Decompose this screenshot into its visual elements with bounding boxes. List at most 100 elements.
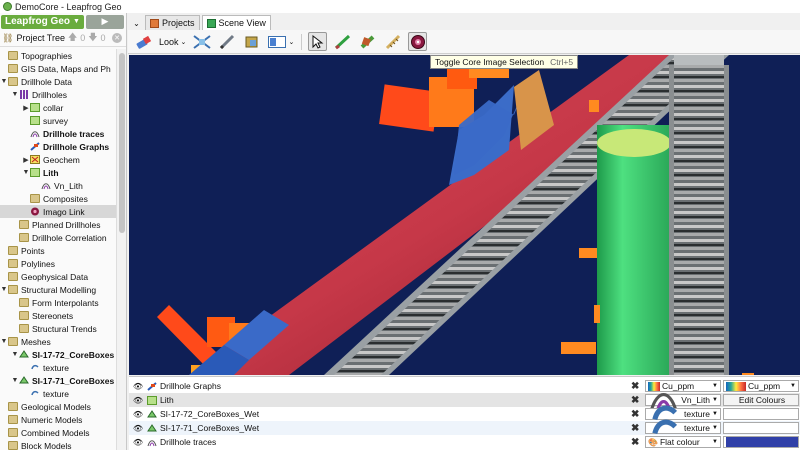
tree-item[interactable]: ▼ Structural Modelling [0,283,116,296]
tree-item[interactable]: Drillhole Correlation [0,231,116,244]
mesh-icon [19,350,29,358]
tree-item[interactable]: Polylines [0,257,116,270]
chevron-down-icon[interactable]: ⌄ [130,17,143,30]
scrollbar-thumb[interactable] [119,53,125,233]
remove-layer-icon[interactable]: ✖ [631,395,639,406]
tree-item[interactable]: Drillhole traces [0,127,116,140]
scene-view-canvas[interactable] [129,55,800,375]
select-button[interactable] [308,32,328,51]
tree-item[interactable]: Geological Models [0,400,116,413]
expand-down-icon[interactable]: ▼ [11,351,19,358]
expand-down-icon[interactable]: ▼ [11,377,19,384]
window-title: DemoCore - Leapfrog Geo [15,1,122,12]
tree-scrollbar[interactable] [116,49,126,450]
layer-row[interactable]: 👁 Drillhole Graphs ✖ Cu_ppm ▼ Cu_ppm ▼ [129,379,800,393]
draw-polyline-button[interactable] [333,32,352,51]
empty-property-slot [723,408,799,420]
toolbar-separator [301,33,303,50]
tree-item[interactable]: Vn_Lith [0,179,116,192]
tree-item[interactable]: texture [0,387,116,400]
toggle-core-image-selection-button[interactable] [408,32,428,51]
tree-item-label: Points [21,245,45,256]
tree-item[interactable]: ▼ SI-17-72_CoreBoxes [0,348,116,361]
slicer-button[interactable] [192,32,211,51]
tree-item[interactable]: ▼ Drillholes [0,88,116,101]
tree-item[interactable]: Combined Models [0,426,116,439]
layer-row[interactable]: 👁 Drillhole traces ✖ 🎨 Flat colour ▼ [129,435,800,449]
edit-colours-button[interactable]: Edit Colours [723,394,799,406]
tree-item[interactable]: ▼ SI-17-71_CoreBoxes [0,374,116,387]
tree-item[interactable]: ▼ Meshes [0,335,116,348]
tree-item[interactable]: Topographies [0,49,116,62]
expand-down-icon[interactable]: ▼ [0,338,8,345]
tree-item[interactable]: Stereonets [0,309,116,322]
expand-down-icon[interactable]: ▼ [11,91,19,98]
play-button[interactable]: ▶ [85,14,124,29]
expand-down-icon[interactable]: ▼ [0,78,8,85]
tab-projects[interactable]: Projects [145,15,200,30]
tree-item[interactable]: Drillhole Graphs [0,140,116,153]
clear-scene-button[interactable] [134,32,153,51]
traces-icon [147,439,157,446]
expand-right-icon[interactable]: ▶ [22,156,30,164]
remove-layer-icon[interactable]: ✖ [631,409,639,420]
layer-row[interactable]: 👁 SI-17-71_CoreBoxes_Wet ✖ texture ▼ [129,419,800,435]
core-image-icon [410,34,425,49]
chevron-down-icon: ⌄ [180,38,187,46]
tree-item[interactable]: Planned Drillholes [0,218,116,231]
folder-icon [8,77,18,86]
visibility-eye-icon[interactable]: 👁 [132,396,144,405]
ruler-button[interactable] [217,32,236,51]
cursor-arrow-icon [312,34,324,49]
tree-item[interactable]: survey [0,114,116,127]
visibility-eye-icon[interactable]: 👁 [132,438,144,447]
visibility-eye-icon[interactable]: 👁 [132,424,144,433]
app-menu-button[interactable]: Leapfrog Geo ▼ [1,14,84,29]
tree-item[interactable]: ▶ collar [0,101,116,114]
remove-layer-icon[interactable]: ✖ [631,381,639,392]
remove-layer-icon[interactable]: ✖ [631,437,639,448]
tree-item[interactable]: Block Models [0,439,116,450]
tree-item[interactable]: ▶ Geochem [0,153,116,166]
tree-item-label: texture [43,388,69,399]
visibility-eye-icon[interactable]: 👁 [132,410,144,419]
tree-item-label: Structural Modelling [21,284,97,295]
tree-item[interactable]: Numeric Models [0,413,116,426]
tree-item[interactable]: Composites [0,192,116,205]
interpolate-button[interactable] [358,32,377,51]
tree-item[interactable]: texture [0,361,116,374]
layer-property-select[interactable]: texture ▼ [645,419,721,434]
visibility-eye-icon[interactable]: 👁 [132,382,144,391]
expand-down-icon[interactable]: ▼ [22,169,30,176]
tree-item-label: Composites [43,193,88,204]
tab-scene-view[interactable]: Scene View [201,15,271,30]
layer-property-label: Vn_Lith [681,395,711,405]
clear-filter-icon[interactable]: ✕ [112,33,122,43]
box-tool-button[interactable] [242,32,261,51]
colour-swatch-button[interactable] [723,436,799,448]
layer-property-select[interactable]: 🎨 Flat colour ▼ [645,436,721,448]
chevron-down-icon: ▼ [712,411,718,417]
tree-item[interactable]: ▼ Lith [0,166,116,179]
colormap-select[interactable]: Cu_ppm ▼ [723,380,799,392]
measure-button[interactable] [383,32,402,51]
down-arrow-icon[interactable]: 🡇 [88,30,97,46]
expand-down-icon[interactable]: ▼ [0,286,8,293]
expand-right-icon[interactable]: ▶ [22,104,30,112]
up-arrow-icon[interactable]: 🡅 [68,30,77,46]
tree-item[interactable]: GIS Data, Maps and Ph [0,62,116,75]
count-up: 0 [80,33,86,43]
tree-item[interactable]: Imago Link [0,205,116,218]
tree-item[interactable]: Form Interpolants [0,296,116,309]
interpolate-icon [360,35,375,48]
layer-row[interactable]: 👁 Lith ✖ Vn_Lith ▼ Edit Colours [129,393,800,412]
tree-item[interactable]: Points [0,244,116,257]
colour-swatch [726,437,798,447]
tree-item[interactable]: Geophysical Data [0,270,116,283]
tree-item[interactable]: Structural Trends [0,322,116,335]
tree-item[interactable]: ▼ Drillhole Data [0,75,116,88]
look-dropdown[interactable]: Look ⌄ [159,37,186,47]
layer-row[interactable]: 👁 SI-17-72_CoreBoxes_Wet ✖ texture ▼ [129,405,800,421]
remove-layer-icon[interactable]: ✖ [631,423,639,434]
view-mode-button[interactable]: ⌄ [267,32,295,51]
